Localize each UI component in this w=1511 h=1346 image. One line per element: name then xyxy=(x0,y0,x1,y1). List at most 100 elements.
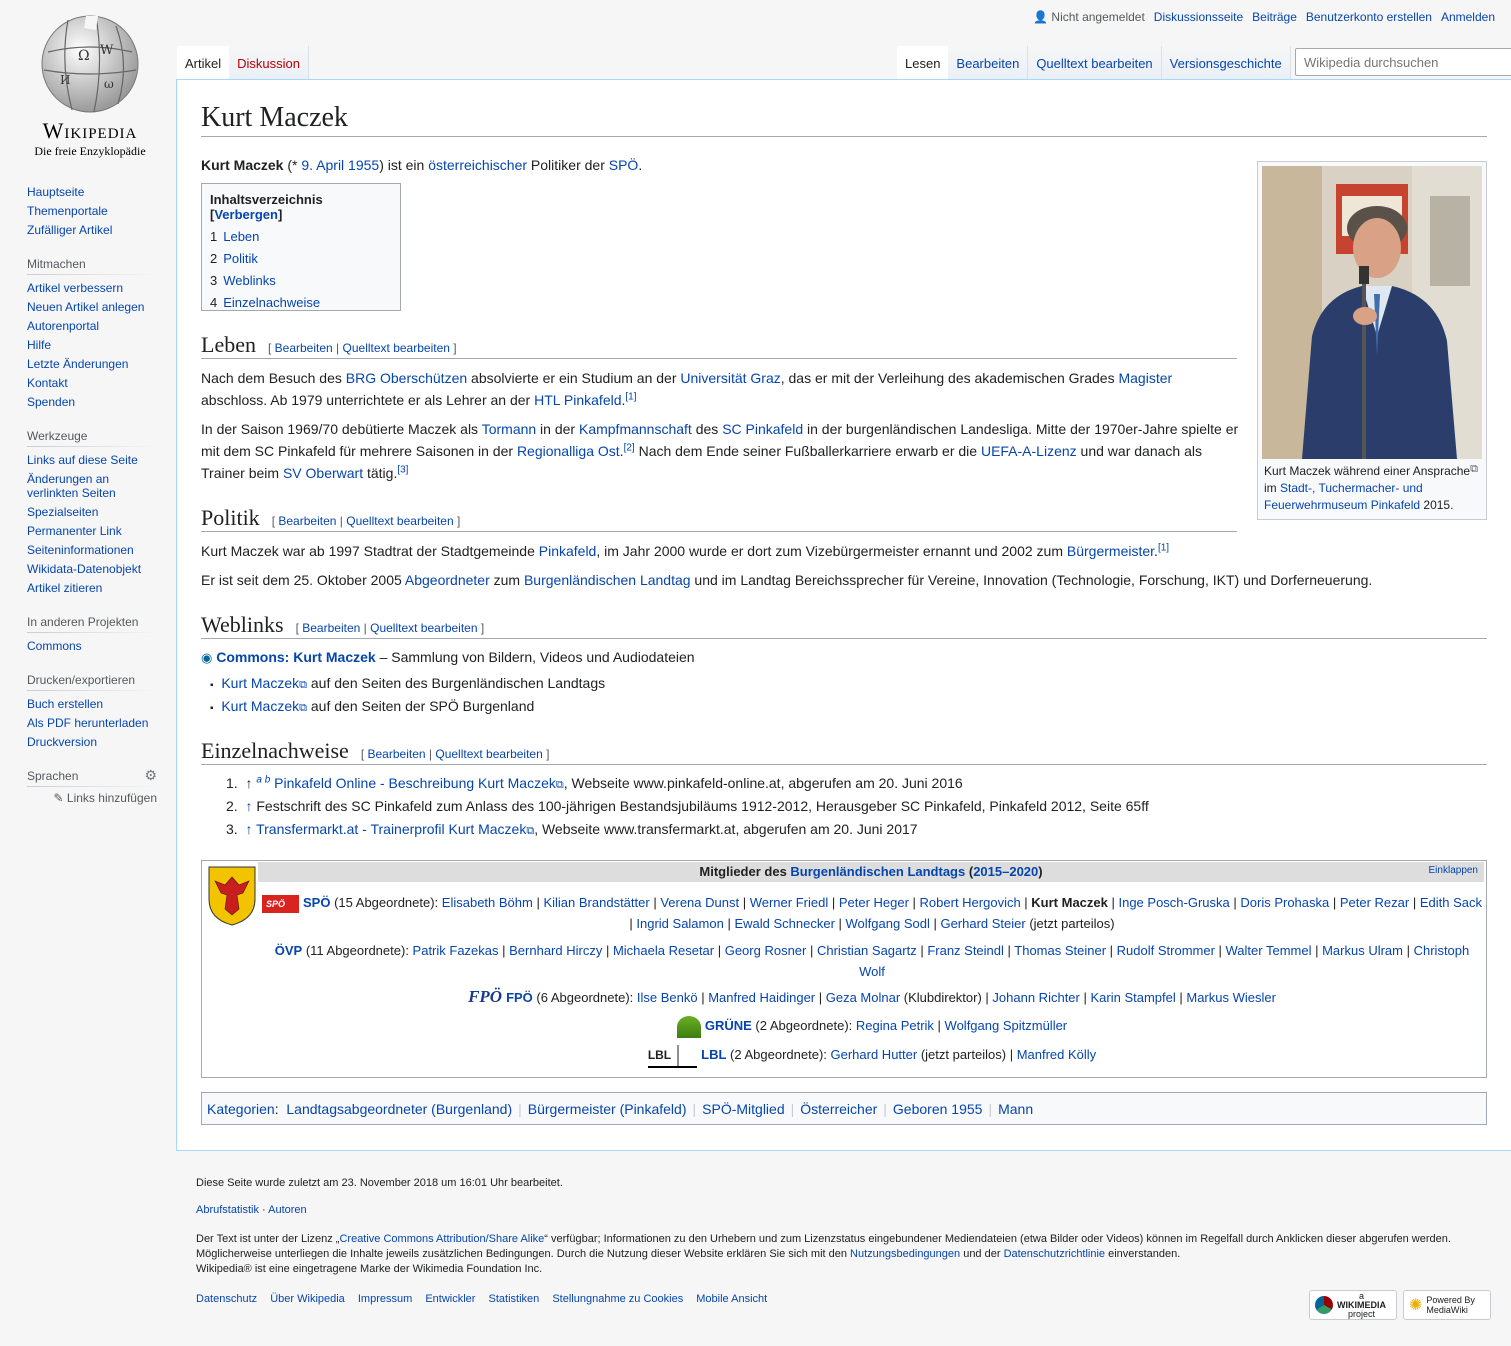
category-link[interactable]: Geboren 1955 xyxy=(893,1101,983,1117)
toc-item[interactable]: 4 Einzelnachweise xyxy=(210,295,392,310)
category-link[interactable]: Landtagsabgeordneter (Burgenland) xyxy=(286,1101,512,1117)
member-link[interactable]: Werner Friedl xyxy=(750,895,829,910)
ref-link-pinkafeld-online[interactable]: Pinkafeld Online - Beschreibung Kurt Mac… xyxy=(274,775,556,791)
sidebar-item-help[interactable]: Hilfe xyxy=(27,338,157,352)
edit-section-link[interactable]: Bearbeiten xyxy=(275,341,333,355)
edit-source-link[interactable]: Quelltext bearbeiten xyxy=(346,514,453,528)
member-link[interactable]: Robert Hergovich xyxy=(920,895,1021,910)
member-link[interactable]: Franz Steindl xyxy=(927,943,1004,958)
member-link[interactable]: Ewald Schnecker xyxy=(734,916,834,931)
weblink-landtag[interactable]: Kurt Maczek xyxy=(221,675,299,691)
sidebar-item-donate[interactable]: Spenden xyxy=(27,395,157,409)
navbox-landtag-link[interactable]: Burgenländischen Landtags xyxy=(790,864,965,879)
member-link[interactable]: Manfred Haidinger xyxy=(708,990,815,1005)
member-link[interactable]: Inge Posch-Gruska xyxy=(1118,895,1229,910)
navbox-years-link[interactable]: 2015–2020 xyxy=(973,864,1038,879)
edit-section-link[interactable]: Bearbeiten xyxy=(302,621,360,635)
edit-section-link[interactable]: Bearbeiten xyxy=(278,514,336,528)
sidebar-item-main-page[interactable]: Hauptseite xyxy=(27,185,157,199)
member-link[interactable]: Karin Stampfel xyxy=(1090,990,1175,1005)
link-sv-oberwart[interactable]: SV Oberwart xyxy=(283,465,363,481)
member-link[interactable]: Markus Wiesler xyxy=(1186,990,1276,1005)
ref-link[interactable]: [3] xyxy=(397,464,408,475)
member-link[interactable]: Wolfgang Spitzmüller xyxy=(945,1018,1068,1033)
sidebar-item-commons[interactable]: Commons xyxy=(27,639,157,653)
license-link[interactable]: Creative Commons Attribution/Share Alike xyxy=(339,1233,544,1245)
member-link[interactable]: Michaela Resetar xyxy=(613,943,714,958)
member-link[interactable]: Regina Petrik xyxy=(856,1018,934,1033)
ref-link[interactable]: [2] xyxy=(624,442,635,453)
portrait-photo[interactable] xyxy=(1262,166,1482,459)
tab-read[interactable]: Lesen xyxy=(897,46,949,80)
member-link[interactable]: Verena Dunst xyxy=(660,895,739,910)
login-link[interactable]: Anmelden xyxy=(1441,10,1495,24)
member-link[interactable]: Rudolf Strommer xyxy=(1117,943,1215,958)
sidebar-item-new-article[interactable]: Neuen Artikel anlegen xyxy=(27,300,157,314)
edit-section-link[interactable]: Bearbeiten xyxy=(368,747,426,761)
edit-source-link[interactable]: Quelltext bearbeiten xyxy=(435,747,542,761)
authors-link[interactable]: Autoren xyxy=(268,1204,307,1216)
member-link[interactable]: Doris Prohaska xyxy=(1240,895,1329,910)
category-link[interactable]: SPÖ-Mitglied xyxy=(702,1101,784,1117)
ref-link[interactable]: [1] xyxy=(1158,542,1169,553)
sidebar-item-author-portal[interactable]: Autorenportal xyxy=(27,319,157,333)
edit-source-link[interactable]: Quelltext bearbeiten xyxy=(370,621,477,635)
member-link[interactable]: Markus Ulram xyxy=(1322,943,1403,958)
category-link[interactable]: Mann xyxy=(998,1101,1033,1117)
sidebar-item-recent-changes[interactable]: Letzte Änderungen xyxy=(27,357,157,371)
member-link[interactable]: Ilse Benkö xyxy=(637,990,698,1005)
contributions-link[interactable]: Beiträge xyxy=(1252,10,1297,24)
museum-link[interactable]: Stadt-, Tuchermacher- und Feuerwehrmuseu… xyxy=(1264,481,1423,512)
member-link[interactable]: Johann Richter xyxy=(992,990,1079,1005)
member-link[interactable]: Walter Temmel xyxy=(1226,943,1312,958)
tab-edit[interactable]: Bearbeiten xyxy=(948,46,1029,80)
party-link-spoe[interactable]: SPÖ xyxy=(303,895,330,910)
sidebar-item-whatlinkshere[interactable]: Links auf diese Seite xyxy=(27,453,157,467)
terms-link[interactable]: Nutzungsbedingungen xyxy=(850,1248,960,1260)
category-link[interactable]: Österreicher xyxy=(800,1101,877,1117)
link-abgeordneter[interactable]: Abgeordneter xyxy=(405,572,490,588)
party-link-gruene[interactable]: GRÜNE xyxy=(705,1018,752,1033)
weblink-spoe[interactable]: Kurt Maczek xyxy=(221,698,299,714)
link-uni-graz[interactable]: Universität Graz xyxy=(680,370,780,386)
edit-source-link[interactable]: Quelltext bearbeiten xyxy=(343,341,450,355)
categories-label[interactable]: Kategorien xyxy=(207,1101,275,1117)
member-link[interactable]: Thomas Steiner xyxy=(1014,943,1106,958)
member-link[interactable]: Peter Rezar xyxy=(1340,895,1409,910)
toc-item[interactable]: 2 Politik xyxy=(210,251,392,266)
toc-item[interactable]: 1 Leben xyxy=(210,229,392,244)
member-link[interactable]: Peter Heger xyxy=(839,895,909,910)
toc-hide-link[interactable]: Verbergen xyxy=(214,207,278,222)
member-link[interactable]: Edith Sack xyxy=(1420,895,1482,910)
member-link[interactable]: Geza Molnar xyxy=(826,990,900,1005)
create-account-link[interactable]: Benutzerkonto erstellen xyxy=(1306,10,1432,24)
ref-link-transfermarkt[interactable]: Transfermarkt.at - Trainerprofil Kurt Ma… xyxy=(256,821,526,837)
tab-article[interactable]: Artikel xyxy=(177,46,230,80)
footer-link-cookies[interactable]: Stellungnahme zu Cookies xyxy=(552,1293,683,1305)
member-link[interactable]: Manfred Kölly xyxy=(1017,1047,1096,1062)
link-landtag[interactable]: Burgenländischen Landtag xyxy=(524,572,691,588)
toc-item[interactable]: 3 Weblinks xyxy=(210,273,392,288)
sidebar-item-portals[interactable]: Themenportale xyxy=(27,204,157,218)
link-sc-pinkafeld[interactable]: SC Pinkafeld xyxy=(722,421,803,437)
nationality-link[interactable]: österreichischer xyxy=(428,157,527,173)
link-magister[interactable]: Magister xyxy=(1118,370,1172,386)
link-brg[interactable]: BRG Oberschützen xyxy=(346,370,467,386)
footer-link-imprint[interactable]: Impressum xyxy=(358,1293,412,1305)
link-kampfmannschaft[interactable]: Kampfmannschaft xyxy=(579,421,692,437)
sidebar-item-related-changes[interactable]: Änderungen an verlinkten Seiten xyxy=(27,472,157,500)
member-link[interactable]: Patrik Fazekas xyxy=(413,943,499,958)
sidebar-item-print[interactable]: Druckversion xyxy=(27,735,157,749)
member-link[interactable]: Wolfgang Sodl xyxy=(846,916,930,931)
member-link[interactable]: Bernhard Hirczy xyxy=(509,943,602,958)
link-uefa[interactable]: UEFA-A-Lizenz xyxy=(981,443,1077,459)
search-input[interactable] xyxy=(1295,48,1511,76)
link-pinkafeld[interactable]: Pinkafeld xyxy=(539,543,597,559)
party-link-oevp[interactable]: ÖVP xyxy=(275,943,302,958)
member-link[interactable]: Ingrid Salamon xyxy=(636,916,723,931)
footer-link-privacy[interactable]: Datenschutz xyxy=(196,1293,257,1305)
ref-backlinks[interactable]: a b xyxy=(256,774,270,785)
privacy-link[interactable]: Datenschutzrichtlinie xyxy=(1004,1248,1106,1260)
sidebar-item-create-book[interactable]: Buch erstellen xyxy=(27,697,157,711)
member-link[interactable]: Gerhard Steier xyxy=(940,916,1025,931)
